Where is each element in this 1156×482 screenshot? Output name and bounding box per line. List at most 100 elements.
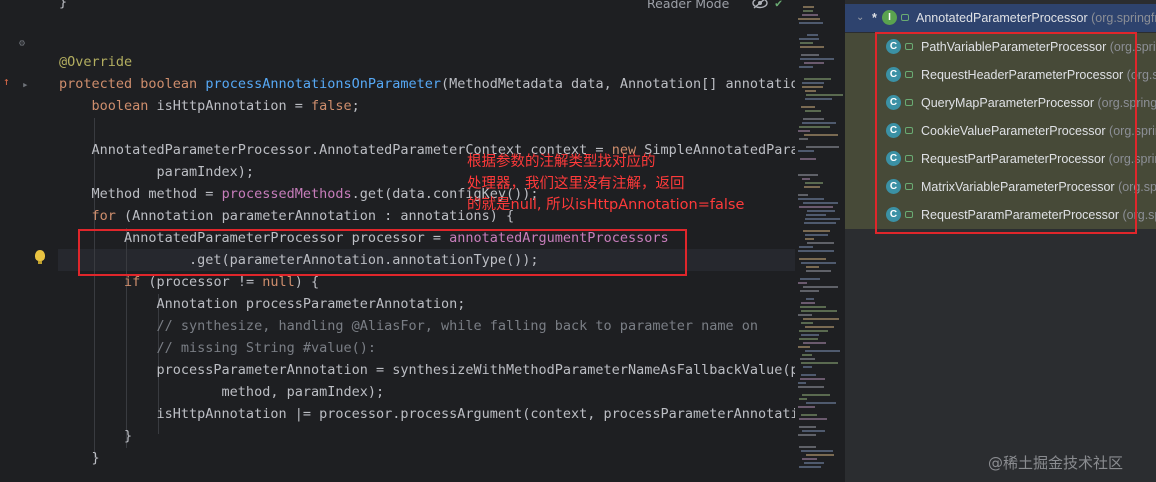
code-line[interactable]: method, paramIndex); [59, 381, 385, 403]
minimap-line [804, 78, 831, 80]
code-token: Method method = [59, 186, 222, 202]
code-line[interactable]: AnnotatedParameterProcessor.AnnotatedPar… [59, 139, 796, 161]
minimap-line [806, 214, 826, 216]
code-token: protected [59, 76, 141, 92]
minimap-line [806, 298, 814, 300]
minimap-line [800, 42, 813, 44]
minimap-line [800, 46, 824, 48]
annotation-line-2: 处理器，我们这里没有注解，返回 [467, 176, 685, 192]
code-line[interactable]: isHttpAnnotation |= processor.processArg… [59, 403, 795, 425]
minimap-line [804, 222, 836, 224]
code-token: @Override [59, 54, 133, 70]
settings-icon[interactable]: ⚙ [19, 38, 25, 49]
minimap-line [803, 342, 826, 344]
minimap-line [801, 322, 813, 324]
minimap-line [803, 118, 824, 120]
minimap-line [799, 258, 826, 260]
code-token: processParameterAnnotation = synthesizeW… [59, 362, 795, 378]
code-token: ; [351, 98, 360, 114]
code-line[interactable]: for (Annotation parameterAnnotation : an… [59, 205, 515, 227]
code-line[interactable]: protected boolean processAnnotationsOnPa… [59, 73, 795, 95]
code-line[interactable]: } [59, 447, 100, 469]
watermark: @稀土掘金技术社区 [988, 454, 1124, 472]
fold-icon[interactable]: ▸ [22, 78, 29, 91]
minimap-line [799, 398, 807, 400]
highlight-box-hierarchy [875, 32, 1137, 234]
chevron-down-icon[interactable]: ⌄ [856, 4, 864, 32]
minimap-line [801, 54, 819, 56]
minimap-line [806, 270, 831, 272]
minimap-line [798, 406, 815, 408]
minimap-line [803, 318, 839, 320]
minimap-line [798, 382, 806, 384]
minimap-line [798, 18, 820, 20]
minimap-line [798, 130, 810, 132]
minimap-line [807, 34, 818, 36]
minimap-line [804, 134, 838, 136]
minimap-line [807, 242, 834, 244]
lightbulb-icon[interactable] [35, 250, 45, 264]
minimap[interactable] [795, 0, 845, 482]
minimap-line [805, 90, 816, 92]
minimap-line [798, 174, 818, 176]
minimap-line [798, 150, 814, 152]
minimap-line [803, 286, 838, 288]
minimap-line [802, 86, 823, 88]
code-line[interactable]: processParameterAnnotation = synthesizeW… [59, 359, 795, 381]
minimap-line [801, 334, 819, 336]
code-token: (Annotation parameterAnnotation : annota… [124, 208, 515, 224]
minimap-line [801, 302, 815, 304]
minimap-line [805, 182, 823, 184]
code-token: isHttpAnnotation = [156, 98, 311, 114]
code-line[interactable]: } [59, 0, 67, 13]
hierarchy-root-label: AnnotatedParameterProcessor (org.springf… [916, 11, 1156, 25]
code-line[interactable]: paramIndex); [59, 161, 255, 183]
code-token: if [124, 274, 149, 290]
code-token: (MethodMetadata data, Annotation[] annot… [441, 76, 795, 92]
code-token: method, paramIndex); [59, 384, 385, 400]
code-line[interactable]: // synthesize, handling @AliasFor, while… [59, 315, 758, 337]
code-token: } [59, 450, 100, 466]
minimap-line [804, 186, 820, 188]
code-token: isHttpAnnotation |= processor.processArg… [59, 406, 795, 422]
code-line[interactable]: } [59, 425, 132, 447]
hierarchy-root-row[interactable]: ⌄ * I AnnotatedParameterProcessor (org.s… [845, 4, 1156, 32]
code-line[interactable]: // missing String #value(): [59, 337, 376, 359]
code-token: boolean [140, 76, 206, 92]
editor-gutter[interactable]: ⚙ ↑ ▸ [0, 0, 58, 482]
minimap-line [805, 110, 821, 112]
minimap-line [803, 6, 814, 8]
code-line[interactable]: boolean isHttpAnnotation = false; [59, 95, 360, 117]
minimap-line [802, 122, 836, 124]
override-marker-icon[interactable]: ↑ [3, 75, 10, 88]
minimap-line [798, 198, 824, 200]
minimap-line [801, 310, 837, 312]
code-token: for [91, 208, 125, 224]
minimap-line [802, 430, 825, 432]
code-line[interactable]: @Override [59, 51, 132, 73]
minimap-line [804, 62, 824, 64]
eye-slash-icon[interactable] [752, 0, 768, 9]
minimap-line [806, 402, 836, 404]
code-token: boolean [91, 98, 157, 114]
check-icon[interactable]: ✔ [775, 0, 782, 10]
code-token: // synthesize, handling @AliasFor, while… [59, 318, 758, 334]
minimap-line [799, 38, 819, 40]
interface-icon: I [882, 10, 897, 25]
minimap-line [802, 14, 818, 16]
minimap-line [805, 98, 832, 100]
minimap-line [801, 450, 833, 452]
minimap-line [798, 346, 810, 348]
code-token: Annotation processParameterAnnotation; [59, 296, 466, 312]
code-line[interactable]: Annotation processParameterAnnotation; [59, 293, 466, 315]
minimap-line [803, 366, 812, 368]
code-token: SimpleAnnotatedParam [644, 142, 795, 158]
reader-mode-label[interactable]: Reader Mode [647, 0, 729, 11]
code-token: // missing String #value(): [59, 340, 376, 356]
minimap-line [798, 386, 824, 388]
lock-icon [901, 14, 909, 21]
minimap-line [802, 458, 817, 460]
code-token: } [59, 0, 68, 10]
minimap-line [799, 446, 816, 448]
